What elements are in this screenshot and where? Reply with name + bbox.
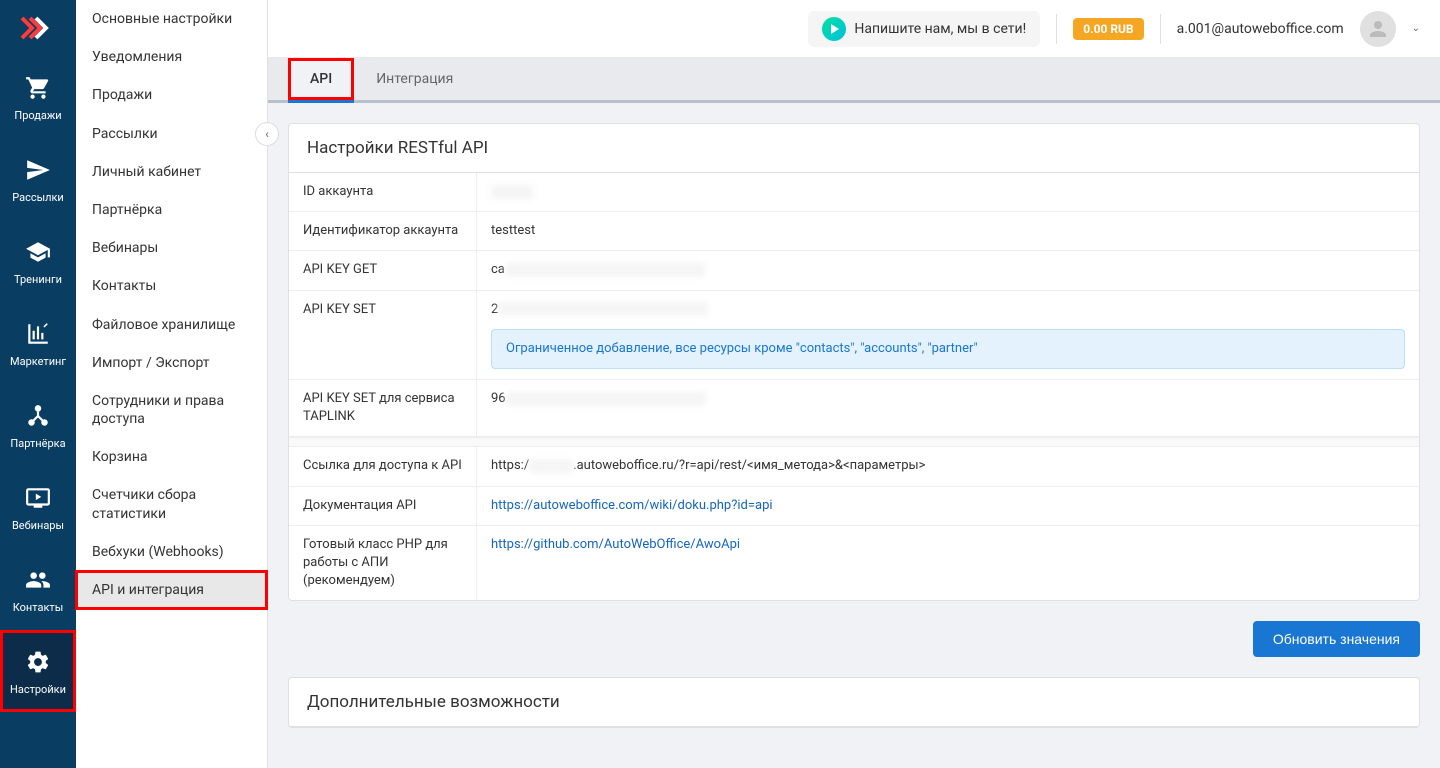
sub-notifications[interactable]: Уведомления: [76, 38, 267, 76]
api-settings-panel: Настройки RESTful API ID аккаунта Иденти…: [288, 123, 1420, 601]
sub-webhooks[interactable]: Вебхуки (Webhooks): [76, 533, 267, 571]
secondary-sidebar: Основные настройки Уведомления Продажи Р…: [76, 0, 268, 768]
php-class-link[interactable]: https://github.com/AutoWebOffice/AwoApi: [491, 537, 740, 552]
action-bar: Обновить значения: [288, 621, 1420, 657]
row-account-ident: Идентификатор аккаунта testtest: [289, 212, 1419, 251]
nav-trainings[interactable]: Тренинги: [0, 220, 76, 302]
api-key-set-info: Ограниченное добавление, все ресурсы кро…: [491, 329, 1405, 369]
row-php-class: Готовый класс PHP для работы с АПИ (реко…: [289, 526, 1419, 601]
sub-storage[interactable]: Файловое хранилище: [76, 306, 267, 344]
chevron-down-icon[interactable]: ⌄: [1412, 23, 1420, 34]
row-api-key-get: API KEY GET ca: [289, 251, 1419, 290]
tab-integration[interactable]: Интеграция: [354, 58, 475, 100]
tab-api[interactable]: API: [288, 58, 354, 103]
additional-panel: Дополнительные возможности: [288, 677, 1420, 728]
send-icon: [23, 155, 53, 185]
chat-text: Напишите нам, мы в сети!: [854, 21, 1026, 37]
app-logo[interactable]: [0, 0, 76, 56]
content-area: Настройки RESTful API ID аккаунта Иденти…: [268, 103, 1440, 768]
divider: [1160, 14, 1161, 44]
sub-api-integration[interactable]: API и интеграция: [76, 571, 267, 609]
balance-badge[interactable]: 0.00 RUB: [1073, 18, 1143, 40]
chat-play-icon: [822, 17, 846, 41]
gear-icon: [23, 647, 53, 677]
row-api-key-set: API KEY SET 2 Ограниченное добавление, в…: [289, 291, 1419, 380]
sub-partner[interactable]: Партнёрка: [76, 191, 267, 229]
network-icon: [23, 401, 53, 431]
nav-contacts[interactable]: Контакты: [0, 548, 76, 630]
sub-webinars[interactable]: Вебинары: [76, 229, 267, 267]
sub-sales[interactable]: Продажи: [76, 76, 267, 114]
divider: [1056, 14, 1057, 44]
graduation-icon: [23, 237, 53, 267]
sub-trash[interactable]: Корзина: [76, 438, 267, 476]
sub-staff[interactable]: Сотрудники и права доступа: [76, 382, 267, 438]
sub-mailings[interactable]: Рассылки: [76, 115, 267, 153]
sub-main-settings[interactable]: Основные настройки: [76, 0, 267, 38]
sub-import-export[interactable]: Импорт / Экспорт: [76, 344, 267, 382]
user-avatar[interactable]: [1360, 11, 1396, 47]
row-access-link: Ссылка для доступа к API https:/.autoweb…: [289, 447, 1419, 486]
nav-marketing[interactable]: Маркетинг: [0, 302, 76, 384]
monitor-icon: [23, 483, 53, 513]
nav-webinars[interactable]: Вебинары: [0, 466, 76, 548]
docs-link[interactable]: https://autoweboffice.com/wiki/doku.php?…: [491, 498, 773, 513]
tabs-bar: API Интеграция: [268, 58, 1440, 103]
nav-partner[interactable]: Партнёрка: [0, 384, 76, 466]
sub-contacts[interactable]: Контакты: [76, 267, 267, 305]
panel-title: Настройки RESTful API: [289, 124, 1419, 173]
nav-mailings[interactable]: Рассылки: [0, 138, 76, 220]
cart-icon: [23, 73, 53, 103]
row-docs: Документация API https://autoweboffice.c…: [289, 487, 1419, 526]
sub-counters[interactable]: Счетчики сбора статистики: [76, 476, 267, 532]
panel-title: Дополнительные возможности: [289, 678, 1419, 727]
primary-sidebar: Продажи Рассылки Тренинги Маркетинг Парт…: [0, 0, 76, 768]
row-account-id: ID аккаунта: [289, 173, 1419, 212]
chart-icon: [23, 319, 53, 349]
main-content: Напишите нам, мы в сети! 0.00 RUB a.001@…: [268, 0, 1440, 768]
chat-widget[interactable]: Напишите нам, мы в сети!: [808, 11, 1040, 47]
users-icon: [23, 565, 53, 595]
nav-sales[interactable]: Продажи: [0, 56, 76, 138]
collapse-sidebar-button[interactable]: ‹: [255, 122, 279, 146]
nav-settings[interactable]: Настройки: [0, 630, 76, 712]
update-button[interactable]: Обновить значения: [1253, 621, 1420, 657]
sub-personal[interactable]: Личный кабинет: [76, 153, 267, 191]
user-email: a.001@autoweboffice.com: [1177, 21, 1344, 37]
row-api-key-taplink: API KEY SET для сервиса TAPLINK 96: [289, 380, 1419, 437]
topbar: Напишите нам, мы в сети! 0.00 RUB a.001@…: [268, 0, 1440, 58]
